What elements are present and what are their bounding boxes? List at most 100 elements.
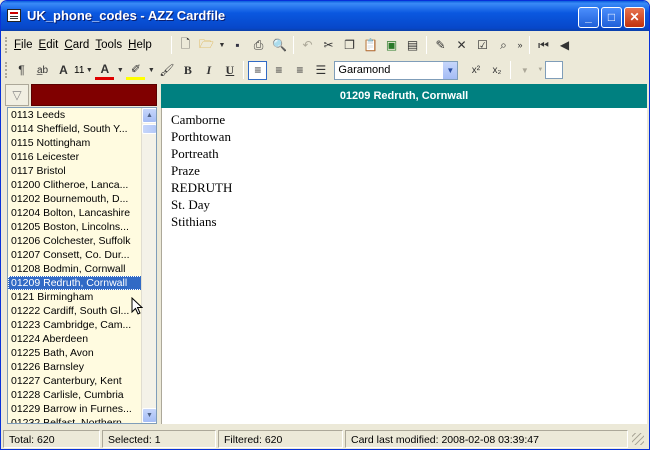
- save-icon[interactable]: ▪: [228, 36, 247, 55]
- open-dropdown-icon[interactable]: ▼: [218, 36, 226, 55]
- list-item[interactable]: 01228 Carlisle, Cumbria: [8, 388, 142, 402]
- list-item[interactable]: 01200 Clitheroe, Lanca...: [8, 178, 142, 192]
- insert-date-icon[interactable]: ▤: [403, 36, 422, 55]
- menu-card[interactable]: Card: [61, 34, 92, 56]
- font-color-dropdown-icon[interactable]: ▼: [116, 61, 124, 80]
- card-text-line: St. Day: [171, 197, 210, 212]
- list-item[interactable]: 01224 Aberdeen: [8, 332, 142, 346]
- list-item[interactable]: 01208 Bodmin, Cornwall: [8, 262, 142, 276]
- toolbar-separator: [529, 36, 530, 54]
- resize-grip-icon[interactable]: [632, 433, 644, 445]
- highlight-icon[interactable]: ✐: [126, 61, 146, 80]
- superscript-icon[interactable]: x²: [466, 61, 485, 80]
- list-item[interactable]: 0121 Birmingham: [8, 290, 142, 304]
- find-icon[interactable]: ⌕: [494, 36, 513, 55]
- copy-icon[interactable]: ❐: [340, 36, 359, 55]
- status-modified: Card last modified: 2008-02-08 03:39:47: [345, 430, 628, 448]
- card-content[interactable]: Camborne Porthtowan Portreath Praze REDRUTH S…: [161, 108, 647, 424]
- filter-icon[interactable]: ▽: [5, 84, 29, 106]
- new-note-icon[interactable]: ✎: [431, 36, 450, 55]
- menu-tools[interactable]: Tools: [92, 34, 125, 56]
- delete-icon[interactable]: ✕: [452, 36, 471, 55]
- list-item[interactable]: 0116 Leicester: [8, 150, 142, 164]
- list-item[interactable]: 01227 Canterbury, Kent: [8, 374, 142, 388]
- font-size-dropdown-icon[interactable]: ▼: [85, 61, 93, 80]
- cardfile-app-icon[interactable]: [7, 9, 21, 22]
- bullet-list-icon[interactable]: ☰: [311, 61, 330, 80]
- list-item[interactable]: 01209 Redruth, Cornwall: [8, 276, 142, 290]
- title-bar[interactable]: UK_phone_codes - AZZ Cardfile _ □ ✕: [1, 1, 649, 31]
- paragraph-icon[interactable]: ¶: [12, 61, 31, 80]
- align-center-icon[interactable]: ≡: [269, 61, 288, 80]
- filter-input[interactable]: [31, 84, 157, 106]
- print-preview-icon[interactable]: 🔍: [270, 36, 289, 55]
- list-item[interactable]: 01222 Cardiff, South Gl...: [8, 304, 142, 318]
- card-text-lines: Camborne Porthtowan Portreath Praze REDRUTH S…: [162, 108, 647, 230]
- italic-icon[interactable]: I: [199, 61, 218, 80]
- font-color-icon[interactable]: A: [95, 61, 115, 80]
- scroll-up-icon[interactable]: ▲: [142, 108, 156, 123]
- insert-picture-icon[interactable]: ▣: [382, 36, 401, 55]
- menu-edit[interactable]: Edit: [36, 34, 62, 56]
- list-item[interactable]: 0117 Bristol: [8, 164, 142, 178]
- list-item[interactable]: 01206 Colchester, Suffolk: [8, 234, 142, 248]
- list-item[interactable]: 0115 Nottingham: [8, 136, 142, 150]
- list-item[interactable]: 01223 Cambridge, Cam...: [8, 318, 142, 332]
- close-button[interactable]: ✕: [624, 7, 645, 28]
- status-total: Total: 620: [3, 430, 100, 448]
- list-item[interactable]: 0113 Leeds: [8, 108, 142, 122]
- status-bar: Total: 620 Selected: 1 Filtered: 620 Car…: [1, 427, 649, 449]
- print-icon[interactable]: ⎙: [249, 36, 268, 55]
- first-card-icon[interactable]: ⏮: [534, 36, 553, 55]
- font-name-select[interactable]: Garamond ▼: [334, 60, 459, 80]
- list-item[interactable]: 01225 Bath, Avon: [8, 346, 142, 360]
- toolbar-grip[interactable]: [5, 37, 8, 53]
- maximize-button[interactable]: □: [601, 7, 622, 28]
- bold-icon[interactable]: B: [178, 61, 197, 80]
- highlight-dropdown-icon[interactable]: ▼: [147, 61, 155, 80]
- list-item[interactable]: 01204 Bolton, Lancashire: [8, 206, 142, 220]
- list-item[interactable]: 01226 Barnsley: [8, 360, 142, 374]
- cut-icon[interactable]: ✂: [319, 36, 338, 55]
- format-painter-icon[interactable]: 🖌: [157, 61, 176, 80]
- style-dropdown-arrow-icon[interactable]: ▼: [536, 61, 544, 80]
- window-title: UK_phone_codes - AZZ Cardfile: [27, 8, 226, 23]
- toolbar-overflow-icon[interactable]: »: [515, 36, 525, 55]
- list-item[interactable]: 01205 Boston, Lincolns...: [8, 220, 142, 234]
- list-item[interactable]: 0114 Sheffield, South Y...: [8, 122, 142, 136]
- status-selected: Selected: 1: [102, 430, 216, 448]
- toolbar-grip[interactable]: [5, 62, 8, 78]
- menu-file[interactable]: File: [11, 34, 36, 56]
- mouse-pointer-icon: [131, 297, 143, 315]
- card-list[interactable]: 0113 Leeds 0114 Sheffield, South Y... 0115…: [7, 107, 157, 424]
- prev-card-icon[interactable]: ◀: [555, 36, 574, 55]
- spelling-icon[interactable]: a̲b: [33, 61, 52, 80]
- font-name-dropdown-icon[interactable]: ▼: [443, 61, 458, 79]
- open-icon[interactable]: 🗁: [197, 36, 216, 55]
- new-card-icon[interactable]: 🗋: [176, 36, 195, 55]
- list-item[interactable]: 01232 Belfast, Northern: [8, 416, 142, 423]
- style-dropdown-icon[interactable]: ▼: [515, 61, 534, 80]
- undo-icon[interactable]: ↶: [298, 36, 317, 55]
- scroll-thumb[interactable]: [142, 124, 156, 134]
- format-toolbar: ¶ a̲b A 11 ▼ A ▼ ✐ ▼ 🖌 B I U ≡ ≡ ≡ ☰ Gar…: [3, 59, 564, 81]
- paste-icon[interactable]: 📋: [361, 36, 380, 55]
- underline-icon[interactable]: U: [220, 61, 239, 80]
- toolbar-separator: [293, 36, 294, 54]
- align-left-icon[interactable]: ≡: [248, 60, 268, 80]
- minimize-button[interactable]: _: [578, 7, 599, 28]
- font-size-value[interactable]: 11: [74, 65, 84, 76]
- card-list-scrollbar[interactable]: ▲ ▼: [141, 108, 156, 423]
- menu-help[interactable]: Help: [125, 34, 155, 56]
- font-icon[interactable]: A: [54, 61, 73, 80]
- align-right-icon[interactable]: ≡: [290, 61, 309, 80]
- properties-icon[interactable]: ☑: [473, 36, 492, 55]
- scroll-down-icon[interactable]: ▼: [142, 408, 156, 423]
- color-swatch[interactable]: [545, 61, 564, 79]
- list-item[interactable]: 01202 Bournemouth, D...: [8, 192, 142, 206]
- card-text-line: Camborne: [171, 112, 226, 127]
- list-item[interactable]: 01207 Consett, Co. Dur...: [8, 248, 142, 262]
- subscript-icon[interactable]: x₂: [487, 61, 506, 80]
- list-item[interactable]: 01229 Barrow in Furnes...: [8, 402, 142, 416]
- card-text-line: Stithians: [171, 214, 217, 229]
